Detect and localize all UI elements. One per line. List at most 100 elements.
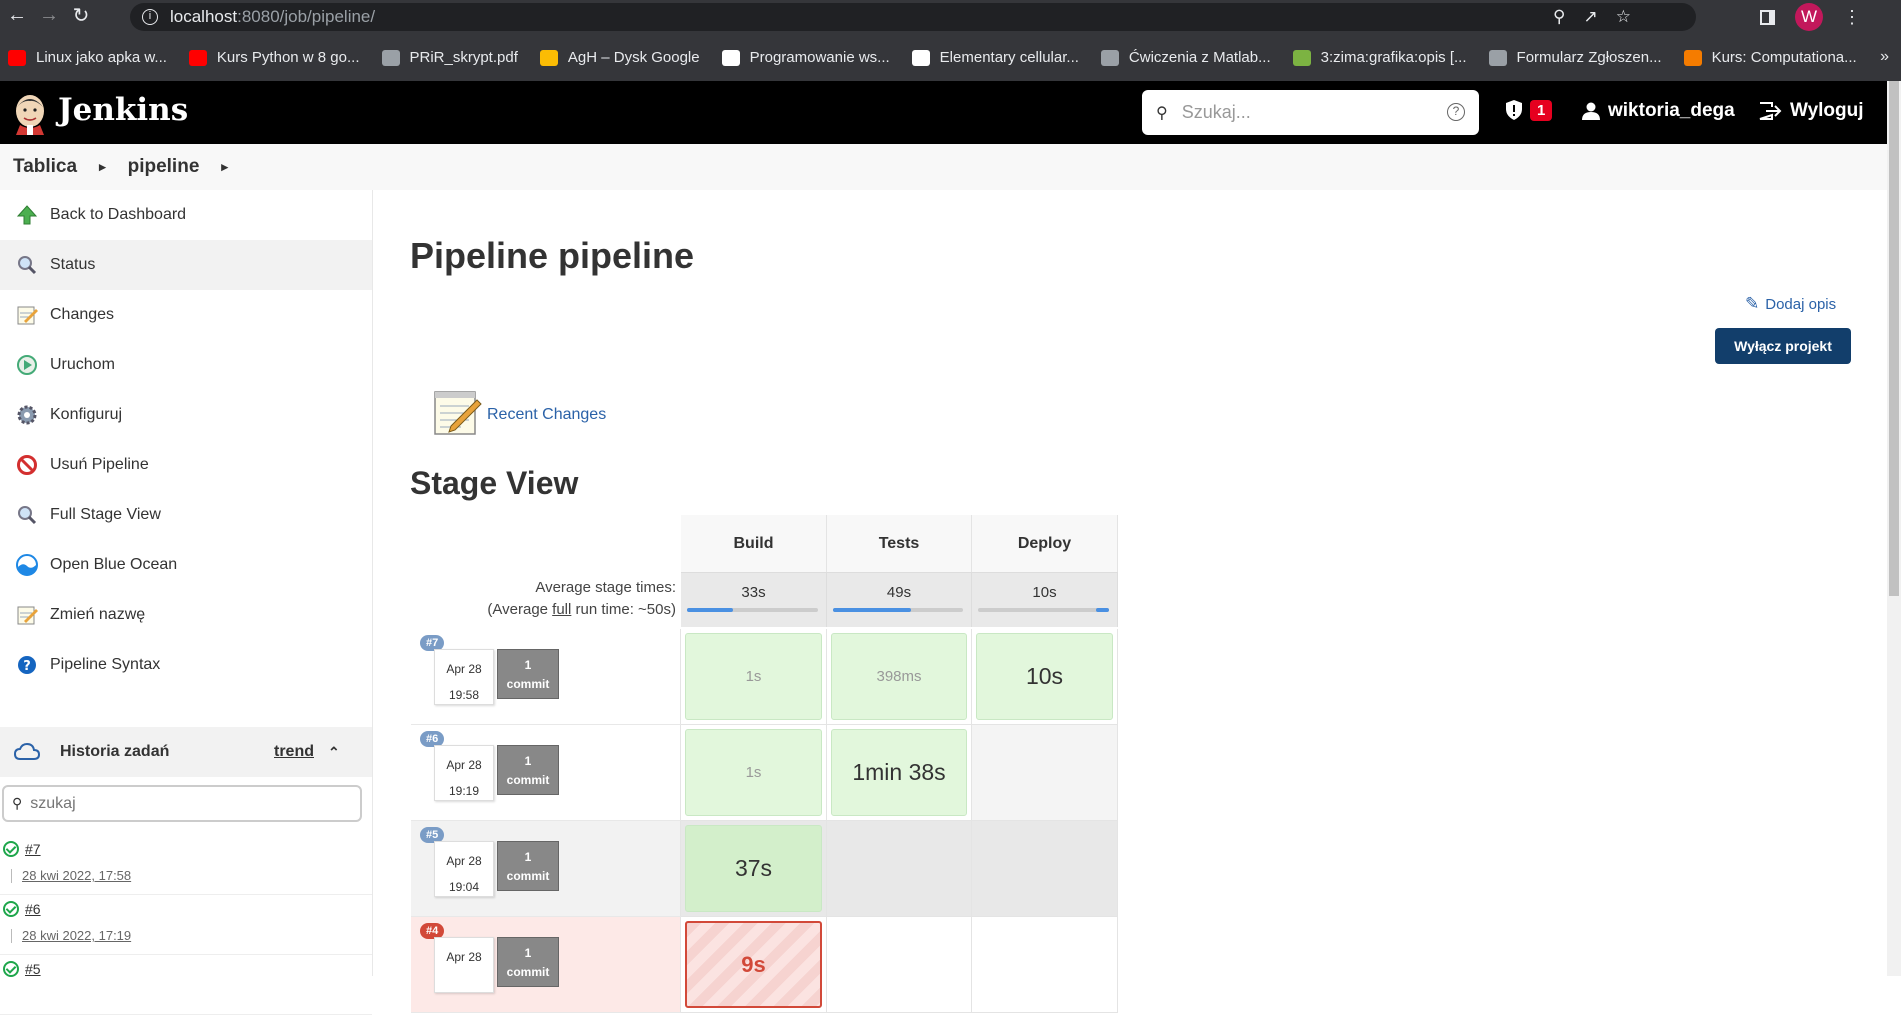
stage-cell[interactable]: 1min 38s <box>827 725 972 821</box>
history-search[interactable]: ⚲ <box>2 785 362 822</box>
build-date-box: Apr 28 19:19 <box>434 745 494 801</box>
history-search-input[interactable] <box>28 793 329 814</box>
bookmark-item[interactable]: Formularz Zgłoszen... <box>1488 49 1662 66</box>
build-number-link[interactable]: #6 <box>25 901 41 917</box>
logout-label: Wyloguj <box>1790 100 1864 121</box>
build-row[interactable]: #6 Apr 28 19:19 1 commit <box>411 725 681 821</box>
stage-duration-box[interactable]: 398ms <box>831 633 967 720</box>
stage-cell[interactable]: 1s <box>681 629 827 725</box>
breadcrumb-pipeline[interactable]: pipeline <box>128 156 200 178</box>
profile-avatar[interactable]: W <box>1795 3 1823 31</box>
stage-cell[interactable]: 398ms <box>827 629 972 725</box>
stage-cell[interactable]: 1s <box>681 725 827 821</box>
sidebar-item-back-to-dashboard[interactable]: Back to Dashboard <box>0 190 372 240</box>
back-arrow-icon[interactable]: ← <box>2 4 32 27</box>
logout-button[interactable]: Wyloguj <box>1758 100 1864 122</box>
commit-count: 1 <box>524 754 532 768</box>
commit-count-box[interactable]: 1 commit <box>497 649 559 699</box>
stage-cell[interactable]: 37s <box>681 821 827 917</box>
chevron-right-icon[interactable]: ▸ <box>221 159 228 175</box>
build-number-link[interactable]: #7 <box>25 841 41 857</box>
commit-count-box[interactable]: 1 commit <box>497 937 559 987</box>
build-row[interactable]: #5 Apr 28 19:04 1 commit <box>411 821 681 917</box>
bookmark-item[interactable]: PRiR_skrypt.pdf <box>381 49 518 66</box>
stage-cell <box>827 821 972 917</box>
user-menu[interactable]: wiktoria_dega <box>1582 100 1735 122</box>
recent-changes-link[interactable]: Recent Changes <box>487 406 606 424</box>
search-input[interactable] <box>1179 101 1420 124</box>
chevron-right-icon[interactable]: ▸ <box>99 159 106 175</box>
forward-arrow-icon[interactable]: → <box>34 4 64 27</box>
build-history-row[interactable]: #5 <box>0 955 372 1015</box>
build-date-box: Apr 28 19:58 <box>434 649 494 705</box>
build-time: 19:58 <box>448 688 480 702</box>
stage-duration-box[interactable]: 1s <box>685 633 822 720</box>
stage-cell[interactable]: 9s <box>681 917 827 1013</box>
scrollbar-thumb[interactable] <box>1889 81 1899 596</box>
stage-duration-box[interactable]: 1min 38s <box>831 729 967 816</box>
more-bookmarks-icon[interactable]: » <box>1880 48 1889 66</box>
commit-count-box[interactable]: 1 commit <box>497 745 559 795</box>
bookmark-item[interactable]: 3:zima:grafika:opis [... <box>1292 49 1467 66</box>
add-description-link[interactable]: ✎ Dodaj opis <box>1745 294 1836 314</box>
sidebar-item-label: Changes <box>50 306 115 323</box>
bookmark-item[interactable]: AgH – Dysk Google <box>539 49 700 66</box>
search-help-icon[interactable]: ? <box>1447 103 1465 121</box>
stage-duration-box[interactable]: 37s <box>685 825 822 912</box>
stage-cell <box>972 821 1118 917</box>
build-row[interactable]: #4 Apr 28 1 commit <box>411 917 681 1013</box>
disable-project-button[interactable]: Wyłącz projekt <box>1715 328 1851 364</box>
build-date-link[interactable]: 28 kwi 2022, 17:19 <box>22 928 131 943</box>
trend-link[interactable]: trend <box>274 743 314 761</box>
share-icon[interactable]: ↗ <box>1584 7 1598 27</box>
bookmark-item[interactable]: Programowanie ws... <box>721 49 890 66</box>
sidebar-item-changes[interactable]: Changes <box>0 290 372 340</box>
jenkins-title[interactable]: Jenkins <box>58 92 188 128</box>
zoom-icon[interactable]: ⚲ <box>1553 7 1565 27</box>
stage-duration-box[interactable]: 10s <box>976 633 1113 720</box>
reload-icon[interactable]: ↻ <box>66 3 96 28</box>
sidebar-item-konfiguruj[interactable]: Konfiguruj <box>0 390 372 440</box>
sidebar-item-uruchom[interactable]: Uruchom <box>0 340 372 390</box>
search-box[interactable]: ⚲ ? <box>1142 90 1479 135</box>
build-history-row[interactable]: #6 28 kwi 2022, 17:19 <box>0 895 372 955</box>
jenkins-logo-icon[interactable] <box>12 91 48 135</box>
commit-count-box[interactable]: 1 commit <box>497 841 559 891</box>
commit-count: 1 <box>524 946 532 960</box>
sidebar-item-zmie-nazw-[interactable]: Zmień nazwę <box>0 590 372 640</box>
stage-cell[interactable]: 10s <box>972 629 1118 725</box>
sidebar-item-status[interactable]: Status <box>0 240 372 290</box>
sidebar-item-pipeline-syntax[interactable]: ? Pipeline Syntax <box>0 640 372 690</box>
site-info-icon[interactable]: i <box>142 9 158 25</box>
recent-changes[interactable]: Recent Changes <box>431 386 606 438</box>
bookmark-item[interactable]: Ćwiczenia z Matlab... <box>1100 49 1271 66</box>
sidebar-item-open-blue-ocean[interactable]: Open Blue Ocean <box>0 540 372 590</box>
sidebar-item-usu-pipeline[interactable]: Usuń Pipeline <box>0 440 372 490</box>
collapse-chevron-icon[interactable]: ⌃ <box>328 744 340 761</box>
build-history-row[interactable]: #7 28 kwi 2022, 17:58 <box>0 835 372 895</box>
address-bar[interactable]: i localhost:8080/job/pipeline/ <box>130 3 1696 31</box>
menu-kebab-icon[interactable]: ⋮ <box>1843 7 1861 28</box>
bookmark-item[interactable]: Kurs Python w 8 go... <box>188 49 360 66</box>
side-panel-icon[interactable] <box>1760 9 1775 25</box>
bookmark-item[interactable]: Linux jako apka w... <box>8 49 167 66</box>
bookmark-item[interactable]: Elementary cellular... <box>911 49 1079 66</box>
sidebar-item-label: Back to Dashboard <box>50 206 187 223</box>
stage-duration-box[interactable]: 9s <box>685 921 822 1008</box>
breadcrumb-dashboard[interactable]: Tablica <box>13 156 77 178</box>
security-alerts[interactable]: 1 <box>1504 99 1553 121</box>
sidebar-item-full-stage-view[interactable]: Full Stage View <box>0 490 372 540</box>
average-stage-times-text: Average stage times: <box>535 579 676 596</box>
bookmark-label: PRiR_skrypt.pdf <box>409 49 518 66</box>
stage-duration: 398ms <box>876 668 922 685</box>
stage-duration: 10s <box>1025 663 1064 689</box>
build-date-link[interactable]: 28 kwi 2022, 17:58 <box>22 868 131 883</box>
logout-icon <box>1759 102 1782 120</box>
build-row[interactable]: #7 Apr 28 19:58 1 commit <box>411 629 681 725</box>
build-number-link[interactable]: #5 <box>25 961 41 977</box>
bookmark-star-icon[interactable]: ☆ <box>1616 7 1631 27</box>
stage-duration-box[interactable]: 1s <box>685 729 822 816</box>
bookmark-label: AgH – Dysk Google <box>567 49 700 66</box>
bookmark-item[interactable]: Kurs: Computationa... <box>1683 49 1857 66</box>
page-scrollbar[interactable] <box>1887 81 1901 976</box>
